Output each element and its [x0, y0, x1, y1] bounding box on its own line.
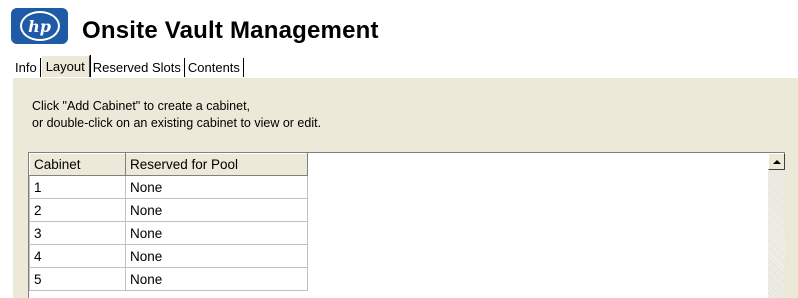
instructions-text: Click "Add Cabinet" to create a cabinet,…	[32, 98, 321, 132]
column-header-cabinet[interactable]: Cabinet	[29, 153, 126, 176]
instructions-line-1: Click "Add Cabinet" to create a cabinet,	[32, 99, 251, 113]
cell-reserved-for-pool: None	[125, 175, 308, 199]
table-row[interactable]: 4 None	[29, 244, 308, 268]
tab-contents[interactable]: Contents	[185, 58, 244, 77]
logo-ring: hp	[19, 11, 60, 41]
cell-reserved-for-pool: None	[125, 221, 308, 245]
scroll-up-button[interactable]	[768, 153, 785, 170]
table-row[interactable]: 1 None	[29, 175, 308, 199]
cabinet-table: Cabinet Reserved for Pool 1 None 2 None …	[29, 153, 308, 291]
tab-reserved-slots[interactable]: Reserved Slots	[90, 58, 185, 77]
cell-cabinet: 4	[29, 244, 126, 268]
tab-bar: Info Layout Reserved Slots Contents	[12, 55, 244, 77]
column-header-reserved-for-pool[interactable]: Reserved for Pool	[125, 153, 308, 176]
app-header: hp Onsite Vault Management	[0, 0, 798, 52]
layout-panel: Click "Add Cabinet" to create a cabinet,…	[12, 77, 798, 298]
cell-reserved-for-pool: None	[125, 267, 308, 291]
tab-layout[interactable]: Layout	[40, 55, 90, 77]
cell-cabinet: 3	[29, 221, 126, 245]
table-row[interactable]: 2 None	[29, 198, 308, 222]
hp-logo-icon: hp	[11, 8, 68, 44]
scroll-up-arrow-icon	[772, 159, 781, 164]
cell-reserved-for-pool: None	[125, 198, 308, 222]
cell-cabinet: 2	[29, 198, 126, 222]
table-header-row: Cabinet Reserved for Pool	[29, 153, 308, 176]
logo-text: hp	[28, 16, 51, 36]
table-row[interactable]: 3 None	[29, 221, 308, 245]
cell-cabinet: 1	[29, 175, 126, 199]
instructions-line-2: or double-click on an existing cabinet t…	[32, 116, 322, 130]
table-row[interactable]: 5 None	[29, 267, 308, 291]
cabinet-list[interactable]: Cabinet Reserved for Pool 1 None 2 None …	[28, 152, 785, 298]
tab-info[interactable]: Info	[12, 58, 41, 77]
page-title: Onsite Vault Management	[82, 17, 379, 44]
cell-reserved-for-pool: None	[125, 244, 308, 268]
cell-cabinet: 5	[29, 267, 126, 291]
vertical-scrollbar[interactable]	[768, 153, 785, 298]
